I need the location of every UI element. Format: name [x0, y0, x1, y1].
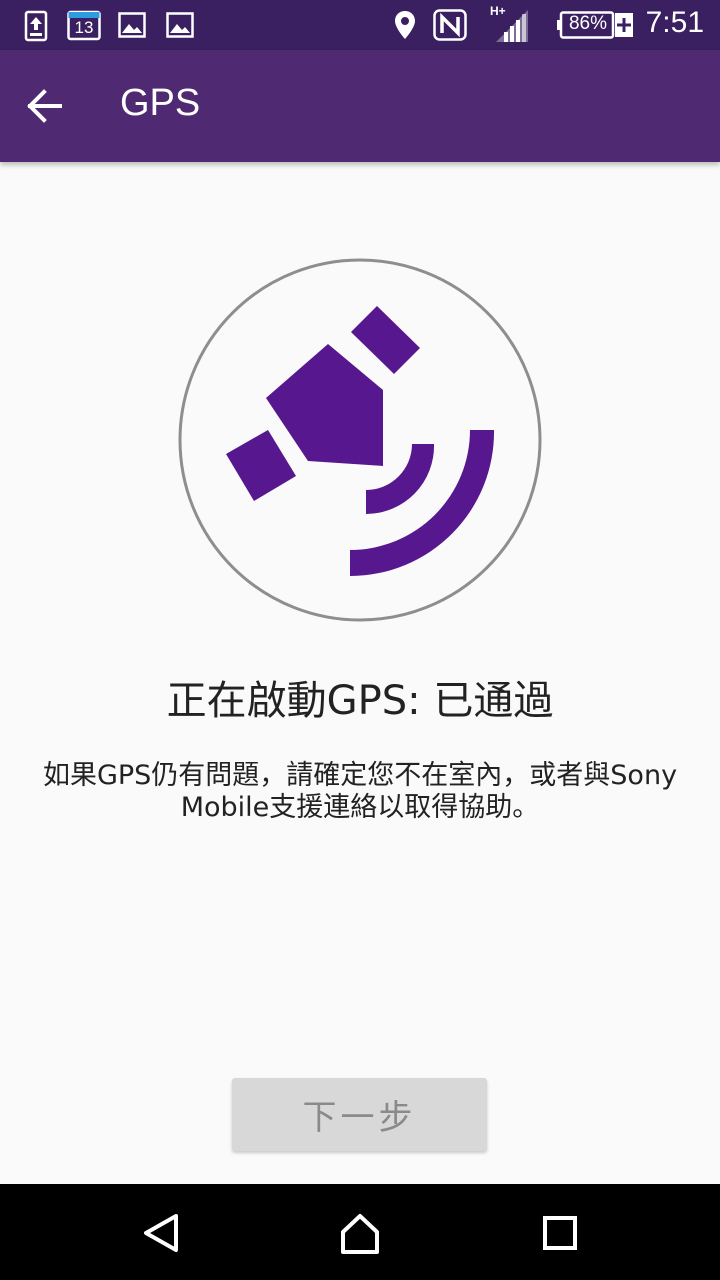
app-bar: GPS — [0, 50, 720, 162]
gps-status-title: 正在啟動GPS: 已通過 — [166, 678, 554, 724]
status-time: 7:51 — [645, 6, 704, 39]
page-title: GPS — [120, 82, 201, 124]
navigation-bar — [0, 1184, 720, 1280]
image-icon — [118, 12, 146, 42]
satellite-icon — [178, 258, 542, 622]
back-triangle-icon[interactable] — [136, 1208, 186, 1258]
next-button[interactable]: 下一步 — [232, 1078, 487, 1151]
signal-icon: H+ — [490, 4, 530, 48]
arrow-back-icon — [24, 89, 64, 136]
location-icon — [394, 10, 416, 44]
nfc-icon — [433, 9, 467, 45]
image-icon — [166, 12, 194, 42]
upload-icon — [24, 10, 48, 46]
gps-illustration — [178, 258, 542, 622]
calendar-icon: 13 — [67, 9, 101, 45]
recents-icon[interactable] — [535, 1208, 585, 1258]
calendar-day: 13 — [74, 18, 94, 37]
status-bar: 13 H+ 86% 7:51 — [0, 0, 720, 50]
back-button[interactable] — [24, 80, 88, 132]
battery-icon: 86% — [556, 11, 634, 43]
network-type: H+ — [490, 4, 506, 18]
help-text: 如果GPS仍有問題，請確定您不在室內，或者與Sony Mobile支援連絡以取得… — [42, 760, 678, 823]
battery-percent: 86% — [568, 13, 608, 34]
home-icon[interactable] — [335, 1208, 385, 1258]
